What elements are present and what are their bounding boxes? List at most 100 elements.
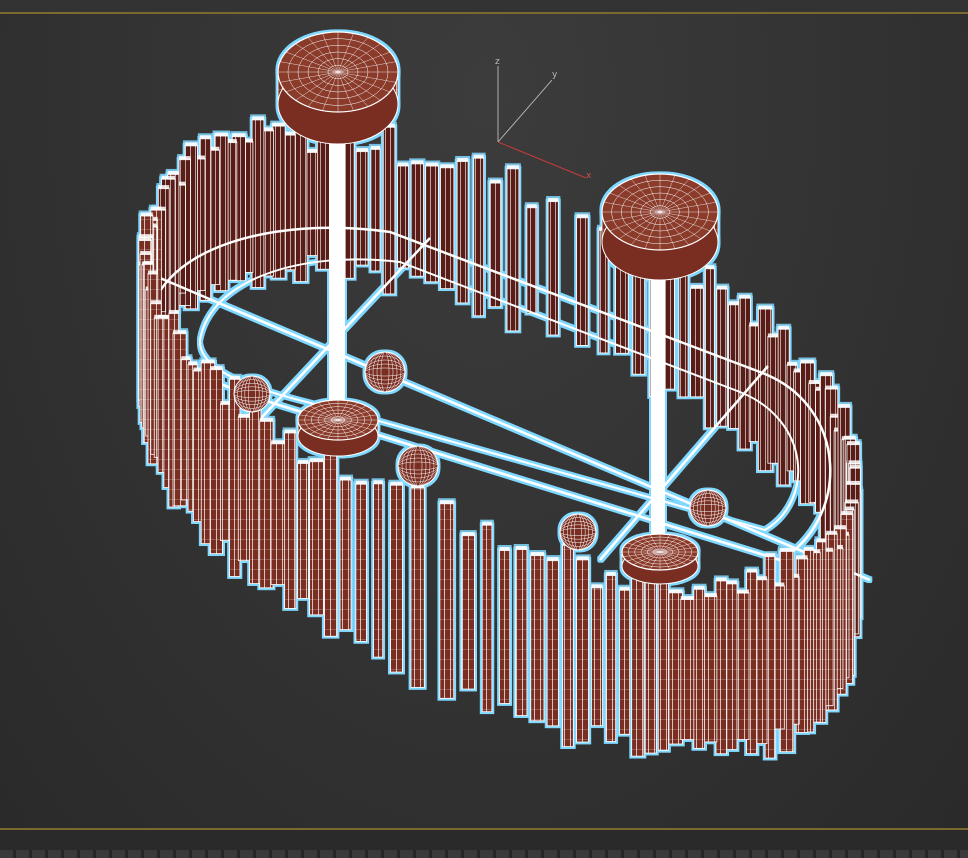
crystal-prism-cap <box>778 325 790 330</box>
bulb-sphere <box>559 513 597 551</box>
wireframe-scene[interactable]: z y x <box>0 14 968 830</box>
bottom-status-area <box>0 830 968 858</box>
crystal-prism-cap <box>271 440 286 445</box>
crystal-prism-cap <box>846 480 861 485</box>
crystal-prism-cap <box>704 593 717 598</box>
right-suspension-rod <box>651 255 665 550</box>
crystal-prism-cap <box>188 361 198 366</box>
crystal-prism <box>690 287 704 398</box>
crystal-prism-cap <box>716 577 727 582</box>
crystal-prism-cap <box>489 179 501 184</box>
crystal-prism-cap <box>507 165 519 170</box>
crystal-prism-cap <box>356 148 368 153</box>
max-viewport-window: z y x <box>0 0 968 858</box>
crystal-prism-cap <box>138 237 152 242</box>
crystal-prism-cap <box>140 250 152 255</box>
crystal-prism-cap <box>847 441 860 446</box>
crystal-prism <box>680 598 695 740</box>
crystal-prism-cap <box>619 586 630 591</box>
crystal-prism-cap <box>457 157 469 162</box>
crystal-prism-cap <box>820 372 833 377</box>
perspective-viewport[interactable]: z y x <box>0 14 968 830</box>
crystal-prism <box>339 479 352 631</box>
crystal-prism <box>323 452 338 637</box>
crystal-prism-cap <box>355 480 367 485</box>
crystal-prism-cap <box>272 122 286 127</box>
crystal-prism <box>715 580 728 755</box>
crystal-prism-cap <box>779 547 794 552</box>
crystal-prism-cap <box>844 499 859 504</box>
crystal-prism <box>355 150 369 266</box>
crystal-prism-cap <box>390 481 403 486</box>
crystal-prism-cap <box>841 511 853 516</box>
crystal-prism-cap <box>220 400 231 405</box>
timeline-strip[interactable] <box>0 850 968 858</box>
crystal-prism-cap <box>143 260 153 265</box>
crystal-prism <box>271 125 286 279</box>
crystal-prism-cap <box>373 480 383 485</box>
crystal-prism-cap <box>214 132 229 137</box>
crystal-prism <box>306 151 319 256</box>
crystal-prism-cap <box>834 525 847 530</box>
crystal-prism <box>489 182 502 308</box>
crystal-prism-cap <box>283 131 296 136</box>
crystal-prism-cap <box>210 366 223 371</box>
crystal-prism <box>297 462 309 599</box>
crystal-prism-cap <box>411 160 424 165</box>
crystal-prism-cap <box>765 553 776 558</box>
crystal-prism-cap <box>746 568 757 573</box>
crystal-prism-cap <box>838 403 851 408</box>
crystal-prism-cap <box>576 214 589 219</box>
crystal-prism-cap <box>167 170 179 175</box>
crystal-prism-cap <box>172 330 187 335</box>
crystal-prism-cap <box>803 546 814 551</box>
crystal-prism-cap <box>148 270 158 275</box>
crystal-prism-cap <box>808 380 820 385</box>
crystal-prism <box>530 554 545 722</box>
crystal-prism <box>668 591 683 745</box>
crystal-prism <box>547 200 559 336</box>
crystal-prism <box>355 483 368 642</box>
crystal-prism <box>481 524 493 713</box>
chandelier-model[interactable] <box>138 31 871 759</box>
crystal-prism <box>576 558 590 743</box>
crystal-prism-cap <box>199 135 211 140</box>
bulb-sphere <box>689 489 727 527</box>
crystal-prism <box>576 216 589 346</box>
crystal-prism-cap <box>158 185 170 190</box>
bulb-sphere <box>364 351 406 393</box>
crystal-prism-cap <box>758 305 773 310</box>
crystal-prism <box>456 160 469 304</box>
x-axis-label: x <box>586 171 592 181</box>
crystal-prism <box>738 297 751 450</box>
crystal-prism-cap <box>252 116 264 121</box>
crystal-prism <box>439 502 455 699</box>
crystal-prism-cap <box>309 458 324 463</box>
crystal-prism-cap <box>259 417 274 422</box>
crystal-prism-cap <box>843 435 856 440</box>
crystal-prism <box>439 166 455 290</box>
crystal-prism-cap <box>606 571 616 576</box>
crystal-prism-cap <box>515 546 527 551</box>
crystal-prism-cap <box>179 156 191 161</box>
crystal-prism <box>262 129 275 277</box>
crystal-prism <box>425 165 439 283</box>
crystal-prism-cap <box>232 133 246 138</box>
crystal-prism-cap <box>547 557 559 562</box>
crystal-prism-cap <box>787 361 798 366</box>
crystal-prism-cap <box>185 142 198 147</box>
crystal-prism <box>703 595 718 743</box>
crystal-prism-cap <box>482 521 492 526</box>
y-axis-label: y <box>552 70 558 80</box>
bulb-sphere <box>233 375 271 413</box>
crystal-prism <box>515 548 528 716</box>
crystal-prism-cap <box>690 284 704 289</box>
crystal-prism-cap <box>848 460 861 465</box>
crystal-prism-cap <box>576 556 589 561</box>
crystal-prism-cap <box>150 206 162 211</box>
bulb-sphere <box>397 445 439 487</box>
crystal-prism-cap <box>397 162 409 167</box>
world-axis-gizmo: z y x <box>495 57 592 181</box>
crystal-prism <box>410 162 424 277</box>
crystal-prism <box>678 269 689 398</box>
